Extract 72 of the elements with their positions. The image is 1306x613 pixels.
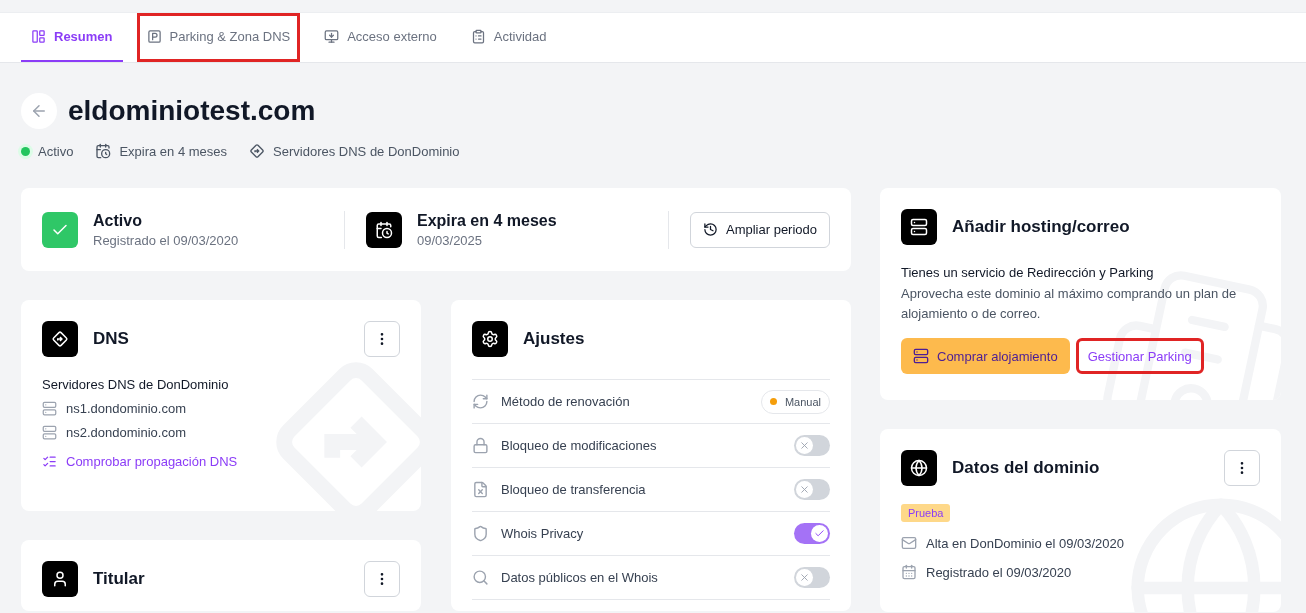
setting-icon [472, 437, 489, 454]
checklist-icon [42, 454, 57, 469]
signpost-icon [249, 143, 266, 159]
card-title: DNS [93, 329, 130, 349]
buy-hosting-button[interactable]: Comprar alojamiento [901, 338, 1070, 374]
tab[interactable]: Resumen [21, 13, 123, 62]
more-button[interactable] [1224, 450, 1260, 486]
server-icon [901, 209, 937, 245]
more-button[interactable] [364, 561, 400, 597]
domain-title: eldominiotest.com [68, 95, 316, 127]
back-button[interactable] [21, 93, 57, 129]
manage-parking-button[interactable]: Gestionar Parking [1075, 338, 1204, 374]
hosting-heading: Tienes un servicio de Redirección y Parking [901, 265, 1155, 280]
meta-label: Servidores DNS de DonDominio [273, 143, 460, 159]
propagation-link[interactable]: Comprobar propagación DNS [42, 454, 400, 469]
calendar-icon [95, 143, 112, 159]
check-icon [42, 211, 78, 248]
server-icon [42, 401, 57, 416]
status-subtitle: Registrado el 09/03/2020 [93, 232, 239, 248]
toggle-switch[interactable] [794, 479, 830, 500]
toggle-switch[interactable] [794, 567, 830, 588]
check-icon [814, 528, 825, 539]
cross-icon [799, 484, 810, 495]
info-icon [901, 564, 917, 580]
tab-icon [324, 29, 340, 44]
user-icon [42, 561, 78, 597]
setting-label: Bloqueo de transferencia [501, 482, 647, 497]
cross-icon [799, 440, 810, 451]
setting-label: Datos públicos en el Whois [501, 570, 659, 585]
server-name: ns1.dondominio.com [66, 401, 186, 416]
card-title: Titular [93, 569, 146, 589]
card-title: Ajustes [523, 329, 586, 349]
dns-heading: Servidores DNS de DonDominio [42, 377, 230, 392]
server-icon [42, 425, 57, 440]
toggle-switch[interactable] [794, 523, 830, 544]
tab-icon [470, 29, 486, 44]
info-text: Alta en DonDominio el 09/03/2020 [926, 535, 1125, 551]
toggle-switch[interactable] [794, 435, 830, 456]
meta-label: Expira en 4 meses [119, 143, 228, 159]
info-icon [901, 535, 917, 551]
info-text: Registrado el 09/03/2020 [926, 564, 1072, 580]
cross-icon [799, 572, 810, 583]
card-title: Datos del dominio [952, 458, 1101, 478]
tab-icon [146, 29, 162, 44]
server-icon [913, 348, 929, 364]
setting-label: Whois Privacy [501, 526, 585, 541]
status-title: Activo [93, 211, 143, 230]
history-icon [702, 222, 718, 237]
tab[interactable]: Parking & Zona DNS [136, 13, 301, 62]
gear-icon [472, 321, 508, 357]
extend-button[interactable]: Ampliar periodo [689, 211, 830, 248]
expiry-date: 09/03/2025 [417, 232, 484, 248]
globe-icon [901, 450, 937, 486]
setting-icon [472, 569, 489, 586]
setting-label: Método de renovación [501, 394, 631, 409]
calendar-icon [366, 211, 402, 248]
card-title: Añadir hosting/correo [952, 217, 1131, 237]
setting-label: Bloqueo de modificaciones [501, 438, 658, 453]
setting-icon [472, 393, 489, 410]
server-name: ns2.dondominio.com [66, 425, 186, 440]
expiry-title: Expira en 4 meses [417, 211, 557, 230]
tab[interactable]: Acceso externo [314, 13, 447, 62]
setting-icon [472, 481, 489, 498]
badge-label: Manual [784, 395, 821, 408]
setting-icon [472, 525, 489, 542]
tag: Prueba [901, 504, 951, 522]
more-button[interactable] [364, 321, 400, 357]
tab-icon [31, 29, 46, 44]
meta-label: Activo [38, 143, 74, 159]
tab[interactable]: Actividad [460, 13, 557, 62]
hosting-text: Aprovecha este dominio al máximo comprando un plan de alojamiento o de correo. [901, 285, 1238, 323]
signpost-icon [42, 321, 78, 357]
